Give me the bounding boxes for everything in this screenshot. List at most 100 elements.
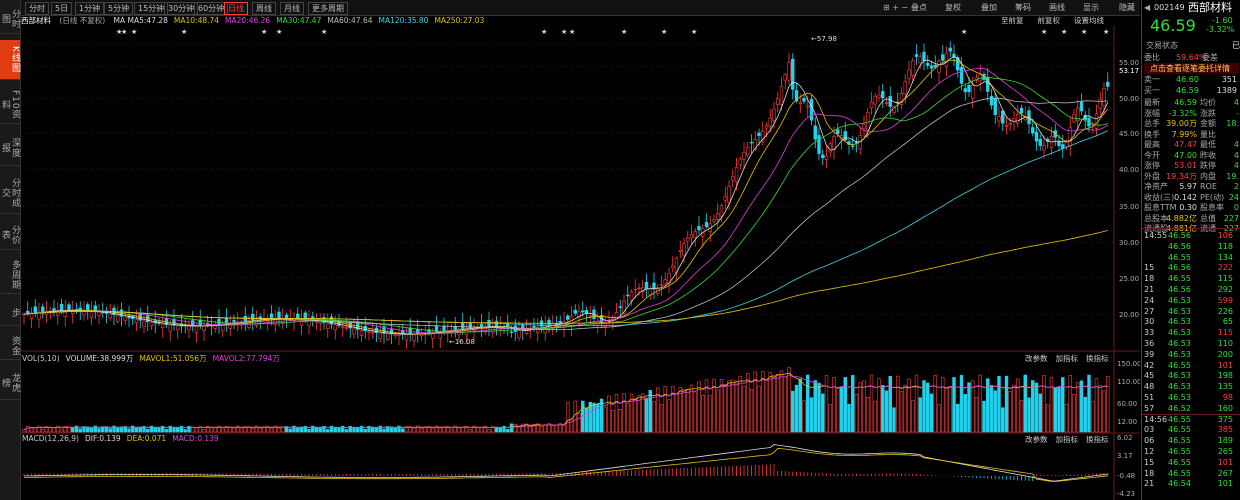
event-marker-icon[interactable]: ★: [621, 28, 627, 36]
low-price-marker: ←16.08: [449, 338, 475, 346]
candle-body: [779, 86, 784, 105]
event-marker-icon[interactable]: ★: [561, 28, 567, 36]
toolbar-item-1[interactable]: 叠点: [911, 2, 927, 13]
period-tab-2[interactable]: 5日: [51, 2, 73, 15]
left-tab-1[interactable]: 分时图: [0, 4, 20, 34]
period-tab-9[interactable]: 周线: [252, 2, 276, 15]
volume-bar: [828, 404, 832, 433]
toolbar-item-7[interactable]: 隐藏: [1119, 2, 1135, 13]
volume-bar: [888, 375, 892, 433]
infobar-action-1[interactable]: 至前复: [1001, 16, 1024, 25]
toolbar-sep-icon[interactable]: ⊞ + −: [883, 2, 908, 13]
candle-body: [386, 333, 390, 340]
event-marker-icon[interactable]: ★: [276, 28, 282, 36]
left-tab-8[interactable]: 步: [0, 300, 20, 326]
candle-body: [108, 313, 112, 319]
left-tab-7[interactable]: 多周期: [0, 256, 20, 294]
toolbar-item-5[interactable]: 画线: [1049, 2, 1065, 13]
event-marker-icon[interactable]: ★: [261, 28, 267, 36]
volume-bar: [727, 380, 731, 433]
infobar-action-3[interactable]: 设置均线: [1074, 16, 1104, 25]
period-tab-11[interactable]: 更多周期: [308, 2, 348, 15]
event-marker-icon[interactable]: ★: [661, 28, 667, 36]
volume-bar: [468, 428, 472, 433]
kline-chart[interactable]: 55.0053.17 50.00 45.00 40.00 35.00 30.00 25.00…: [21, 26, 1140, 500]
tick-volume: 198: [1217, 371, 1233, 381]
candle-body: [768, 117, 772, 127]
volume-bar: [213, 427, 217, 433]
left-tab-9[interactable]: 资金: [0, 332, 20, 360]
infobar-action-2[interactable]: 前复权: [1038, 16, 1061, 25]
event-marker-icon[interactable]: ★: [1103, 28, 1109, 36]
left-tab-3[interactable]: F10资料: [0, 86, 20, 124]
candle-body: [806, 105, 810, 108]
event-marker-icon[interactable]: ★: [181, 28, 187, 36]
toolbar-item-3[interactable]: 叠加: [981, 2, 997, 13]
price-axis-label: 35.00: [1119, 203, 1139, 211]
volume-bar: [209, 426, 214, 433]
macd-action-2[interactable]: 加指标: [1056, 435, 1079, 444]
volume-bar: [352, 426, 356, 433]
tick-row: 24 46.53 599: [1144, 296, 1239, 306]
period-tab-10[interactable]: 月线: [280, 2, 304, 15]
candle-body: [573, 309, 577, 314]
period-tab-3[interactable]: 1分钟: [75, 2, 105, 15]
event-marker-icon[interactable]: ★: [1041, 28, 1047, 36]
event-marker-icon[interactable]: ★: [131, 28, 137, 36]
event-marker-icon[interactable]: ★: [121, 28, 127, 36]
order-row[interactable]: 点击查看逐笔委托详情: [1144, 63, 1239, 74]
volume-bar: [839, 387, 844, 433]
candle-body: [918, 56, 922, 64]
vol-action-1[interactable]: 改参数: [1025, 354, 1048, 363]
left-tab-2[interactable]: K线图: [0, 40, 20, 80]
volume-bar: [48, 426, 52, 433]
event-marker-icon[interactable]: ★: [961, 28, 967, 36]
candle-body: [993, 98, 997, 115]
macd-action-3[interactable]: 换指标: [1086, 435, 1109, 444]
event-marker-icon[interactable]: ★: [321, 28, 327, 36]
volume-bar: [326, 429, 330, 433]
toolbar-item-4[interactable]: 筹码: [1015, 2, 1031, 13]
vol-action-3[interactable]: 换指标: [1086, 354, 1109, 363]
back-arrow-icon[interactable]: ◀: [1144, 2, 1150, 13]
toolbar-item-6[interactable]: 显示: [1083, 2, 1099, 13]
order-detail-link[interactable]: 点击查看逐笔委托详情: [1150, 63, 1230, 74]
trade-status: 交易状态 已: [1144, 40, 1240, 51]
left-tab-5[interactable]: 分时成交: [0, 172, 20, 214]
stat-label: 净资产: [1144, 182, 1168, 191]
volume-bar: [494, 427, 499, 433]
event-marker-icon[interactable]: ★: [691, 28, 697, 36]
vol-action-2[interactable]: 加指标: [1056, 354, 1079, 363]
macd-action-1[interactable]: 改参数: [1025, 435, 1048, 444]
candle-body: [836, 129, 840, 135]
tick-row: 06 46.55 189: [1144, 436, 1239, 446]
order-row-value2: 1389: [1216, 86, 1237, 95]
candle-body: [333, 324, 337, 331]
left-tab-6[interactable]: 分价表: [0, 220, 20, 250]
volume-bar: [791, 390, 795, 433]
tick-price: 46.56: [1168, 241, 1191, 251]
candle-body: [371, 331, 375, 334]
period-tab-8[interactable]: 日线: [224, 2, 248, 15]
toolbar-item-2[interactable]: 复权: [945, 2, 961, 13]
event-marker-icon[interactable]: ★: [569, 28, 575, 36]
tick-time: 18: [1144, 468, 1155, 478]
volume-bar: [393, 427, 397, 433]
volume-bar: [401, 428, 405, 433]
candle-body: [809, 98, 814, 121]
volume-bar: [941, 376, 945, 433]
period-tab-4[interactable]: 5分钟: [104, 2, 134, 15]
period-tab-1[interactable]: 分时: [25, 2, 49, 15]
candle-body: [558, 321, 562, 324]
tick-volume: 135: [1217, 382, 1233, 392]
event-marker-icon[interactable]: ★: [1061, 28, 1067, 36]
left-tab-10[interactable]: 龙虎榜: [0, 366, 20, 400]
stat-row: 总手 39.00万 金额 18.: [1144, 118, 1239, 129]
stat-value2: 2: [1233, 182, 1239, 191]
left-tab-4[interactable]: 深度报: [0, 130, 20, 166]
event-marker-icon[interactable]: ★: [1081, 28, 1087, 36]
event-marker-icon[interactable]: ★: [541, 28, 547, 36]
volume-bar: [764, 380, 769, 433]
volume-bar: [1087, 374, 1091, 433]
volume-bar: [723, 384, 727, 433]
